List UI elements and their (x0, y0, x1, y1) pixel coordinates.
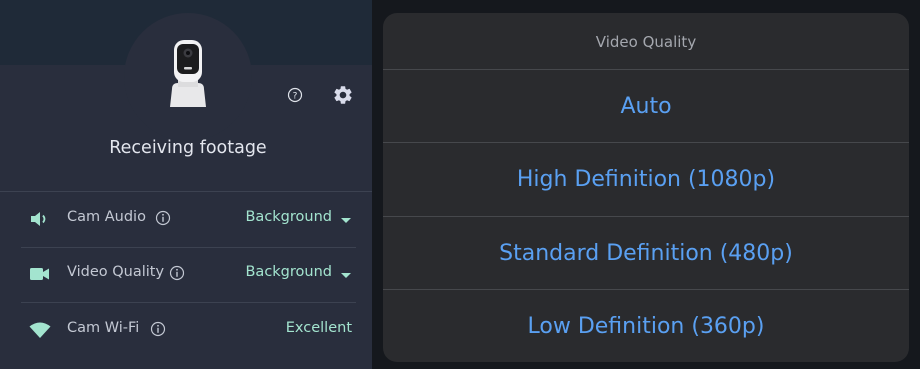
chevron-down-icon[interactable] (341, 273, 351, 278)
speaker-icon (31, 212, 46, 226)
divider (21, 302, 356, 303)
cam-audio-label: Cam Audio (67, 209, 146, 225)
cam-audio-value[interactable]: Background (245, 209, 332, 225)
help-icon[interactable]: ? (287, 87, 303, 103)
option-high-definition[interactable]: High Definition (1080p) (383, 143, 909, 215)
sheet-title: Video Quality (595, 33, 697, 51)
info-icon[interactable] (169, 265, 185, 281)
option-low-definition[interactable]: Low Definition (360p) (383, 290, 909, 362)
divider (0, 191, 372, 192)
camera-status-text: Receiving footage (109, 138, 267, 158)
camera-panel: ? Receiving footage Cam Audio Background… (0, 0, 372, 369)
cam-wifi-label: Cam Wi-Fi (67, 320, 140, 336)
svg-text:?: ? (293, 91, 298, 101)
video-quality-value[interactable]: Background (245, 264, 332, 280)
cam-audio-row[interactable]: Cam Audio Background (21, 196, 356, 246)
option-standard-definition[interactable]: Standard Definition (480p) (383, 217, 909, 289)
video-quality-label: Video Quality (67, 264, 165, 280)
cam-wifi-row: Cam Wi-Fi Excellent (21, 307, 356, 357)
info-icon[interactable] (150, 321, 166, 337)
chevron-down-icon[interactable] (341, 218, 351, 223)
cam-wifi-value: Excellent (285, 320, 352, 336)
video-camera-icon (30, 268, 49, 280)
camera-device-image (170, 40, 206, 107)
divider (21, 247, 356, 248)
info-icon[interactable] (155, 210, 171, 226)
option-auto[interactable]: Auto (383, 70, 909, 142)
gear-icon[interactable] (332, 84, 354, 106)
video-quality-sheet: Video Quality Auto High Definition (1080… (383, 13, 909, 362)
video-quality-row[interactable]: Video Quality Background (21, 251, 356, 301)
wifi-icon (29, 322, 51, 338)
